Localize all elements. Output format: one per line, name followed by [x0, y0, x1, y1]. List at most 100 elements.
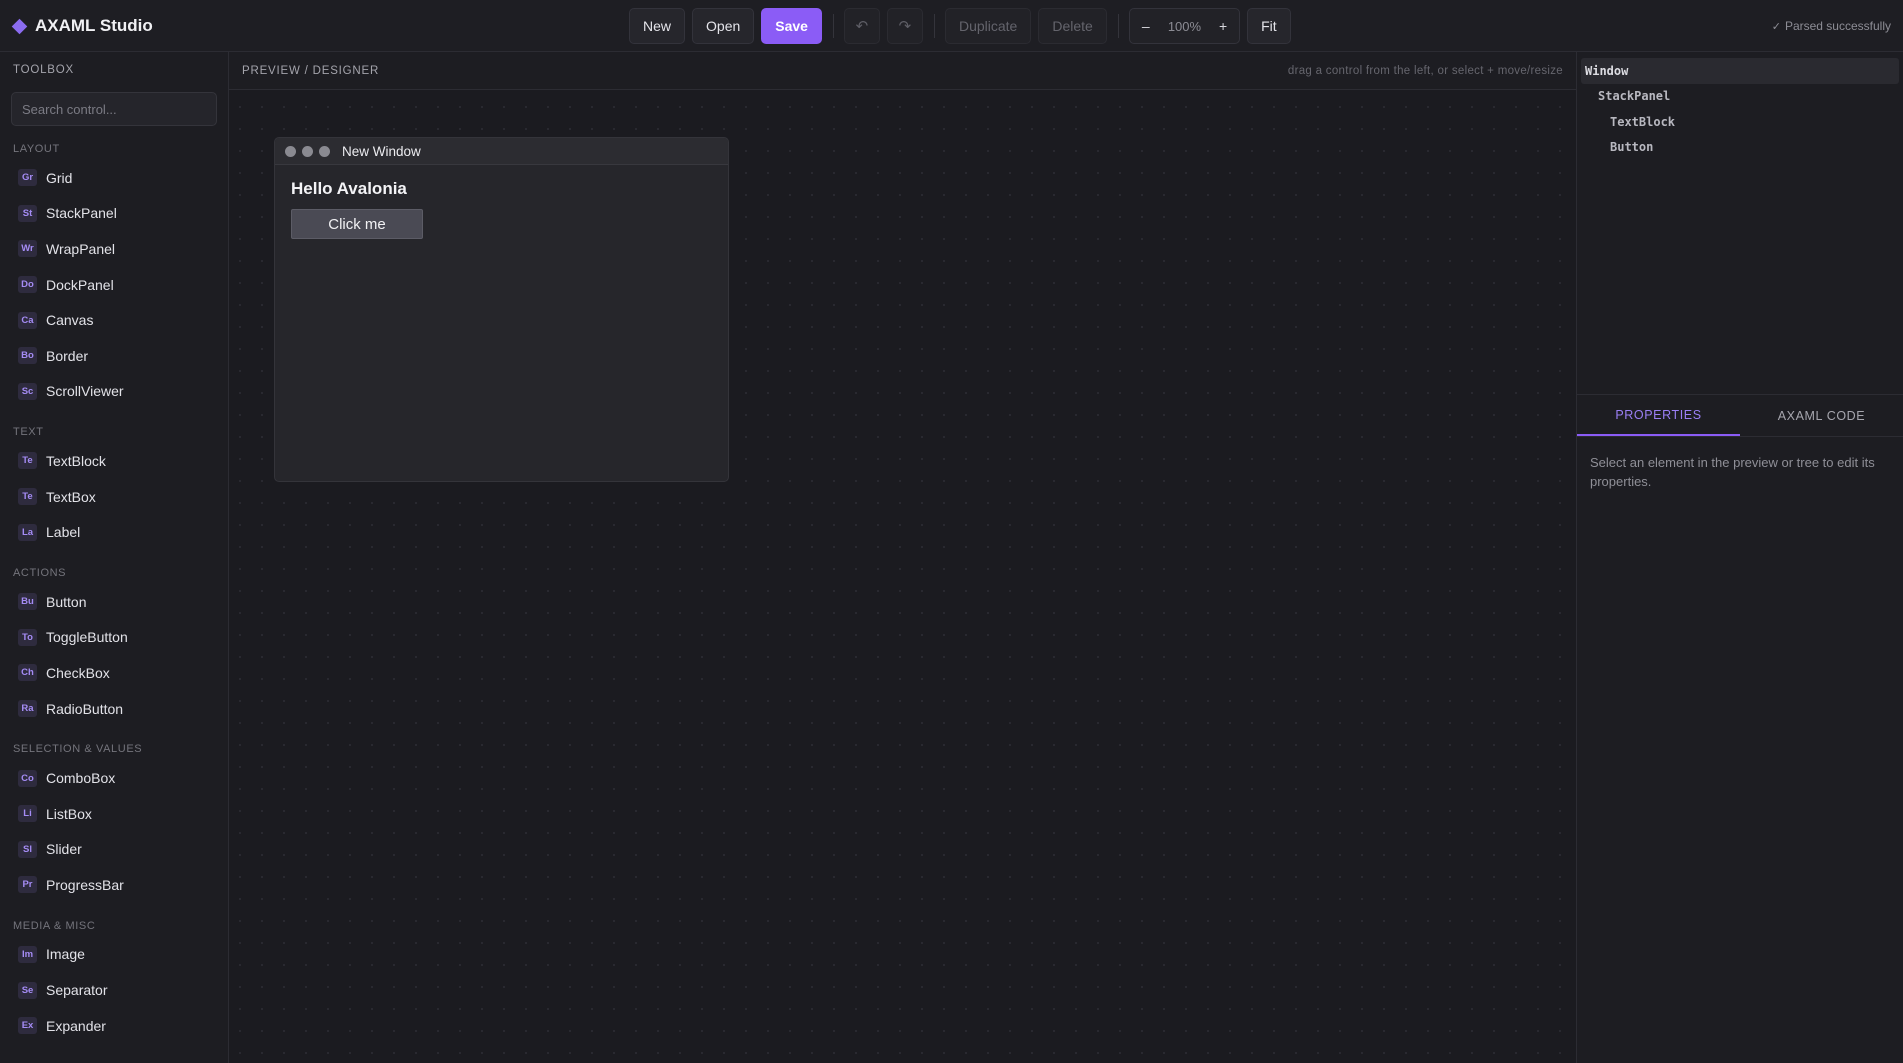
- save-button[interactable]: Save: [761, 8, 822, 44]
- control-badge-icon: Te: [18, 452, 37, 470]
- fit-button[interactable]: Fit: [1247, 8, 1291, 44]
- toolbox-item-label: ProgressBar: [46, 876, 124, 893]
- toolbox-item-label: Button: [46, 593, 87, 610]
- toolbox-item-stackpanel[interactable]: St StackPanel: [0, 196, 228, 232]
- parse-status-text: Parsed successfully: [1784, 19, 1891, 33]
- new-button[interactable]: New: [629, 8, 686, 44]
- toolbox-item-label: CheckBox: [46, 664, 110, 681]
- window-stackpanel[interactable]: Hello Avalonia Click me: [275, 165, 728, 253]
- duplicate-button[interactable]: Duplicate: [944, 8, 1032, 44]
- delete-button[interactable]: Delete: [1038, 8, 1107, 44]
- toolbox-item-radiobutton[interactable]: Ra RadioButton: [0, 691, 228, 727]
- control-badge-icon: Se: [18, 981, 37, 999]
- toolbox-item-label: ListBox: [46, 805, 92, 822]
- toolbox-item-listbox[interactable]: Li ListBox: [0, 796, 228, 832]
- toolbox-item-grid[interactable]: Gr Grid: [0, 160, 228, 196]
- undo-icon[interactable]: ↶: [843, 8, 880, 44]
- top-bar: AXAML Studio New Open Save ↶ ↷ Duplicate…: [0, 0, 1903, 52]
- toolbox-item-label: DockPanel: [46, 276, 114, 293]
- tab-axaml-code[interactable]: AXAML CODE: [1740, 395, 1903, 436]
- toolbox-panel: TOOLBOX LAYOUT Gr Grid St StackPanel Wr WrapPa…: [0, 52, 229, 1063]
- open-button[interactable]: Open: [692, 8, 755, 44]
- toolbox-item-expander[interactable]: Ex Expander: [0, 1008, 228, 1044]
- toolbox-item-label: RadioButton: [46, 700, 124, 717]
- toolbox-item-label: Border: [46, 347, 89, 364]
- window-title: New Window: [342, 143, 421, 159]
- toolbox-item-label: Separator: [46, 982, 108, 999]
- window-textblock[interactable]: Hello Avalonia: [291, 179, 712, 199]
- toolbox-item-label: ComboBox: [46, 770, 116, 787]
- toolbox-group-title: TEXT: [13, 426, 44, 439]
- control-badge-icon: Ra: [18, 700, 37, 718]
- control-badge-icon: Ca: [18, 311, 37, 329]
- window-click-button[interactable]: Click me: [291, 209, 423, 239]
- toolbox-title: TOOLBOX: [13, 64, 74, 76]
- control-badge-icon: Im: [18, 945, 37, 963]
- toolbox-item-label: WrapPanel: [46, 240, 116, 257]
- toolbox-item-border[interactable]: Bo Border: [0, 338, 228, 374]
- designer-window[interactable]: New Window Hello Avalonia Click me: [274, 137, 729, 482]
- toolbox-item-slider[interactable]: Sl Slider: [0, 832, 228, 868]
- toolbox-group-title: MEDIA & MISC: [13, 919, 96, 932]
- toolbox-item-scrollviewer[interactable]: Sc ScrollViewer: [0, 374, 228, 410]
- parse-status: ✓ Parsed successfully: [1772, 0, 1891, 52]
- toolbox-item-label: TextBox: [46, 488, 96, 505]
- control-badge-icon: Gr: [18, 169, 37, 187]
- search-input[interactable]: [11, 92, 217, 126]
- toolbar-divider: [933, 14, 935, 38]
- control-badge-icon: St: [18, 204, 37, 222]
- tree-node-textblock[interactable]: TextBlock: [1577, 109, 1903, 135]
- toolbox-item-separator[interactable]: Se Separator: [0, 972, 228, 1008]
- toolbox-groups: LAYOUT Gr Grid St StackPanel Wr WrapPanel Do Doc…: [0, 138, 228, 1043]
- preview-header: PREVIEW / DESIGNER drag a control from t…: [229, 52, 1576, 90]
- window-dot-icon: [319, 145, 330, 157]
- toolbar-divider: [832, 14, 834, 38]
- control-badge-icon: Pr: [18, 876, 37, 894]
- toolbox-item-textblock[interactable]: Te TextBlock: [0, 443, 228, 479]
- zoom-level: 100%: [1167, 18, 1202, 34]
- window-dot-icon: [285, 145, 296, 157]
- control-badge-icon: Ex: [18, 1017, 37, 1035]
- tree-node-button[interactable]: Button: [1577, 135, 1903, 161]
- toolbox-item-label: Label: [46, 524, 81, 541]
- toolbox-item-label: ToggleButton: [46, 629, 128, 646]
- tree-node-window[interactable]: Window: [1581, 58, 1899, 84]
- toolbox-group-title: LAYOUT: [13, 143, 60, 155]
- toolbox-item-progressbar[interactable]: Pr ProgressBar: [0, 867, 228, 903]
- toolbox-item-togglebutton[interactable]: To ToggleButton: [0, 620, 228, 656]
- control-badge-icon: To: [18, 628, 37, 646]
- right-panel: Window StackPanel TextBlock Button PROPERTI…: [1576, 52, 1903, 1063]
- toolbox-header: TOOLBOX: [0, 52, 228, 88]
- tree-node-stackpanel[interactable]: StackPanel: [1577, 84, 1903, 110]
- app-title: AXAML Studio: [35, 16, 153, 35]
- toolbox-item-wrappanel[interactable]: Wr WrapPanel: [0, 231, 228, 267]
- toolbox-item-checkbox[interactable]: Ch CheckBox: [0, 655, 228, 691]
- brand: AXAML Studio: [11, 0, 153, 52]
- zoom-out-button[interactable]: –: [1130, 9, 1162, 43]
- toolbox-item-textbox[interactable]: Te TextBox: [0, 479, 228, 515]
- toolbox-item-image[interactable]: Im Image: [0, 937, 228, 973]
- toolbox-item-label[interactable]: La Label: [0, 514, 228, 550]
- control-badge-icon: Ch: [18, 664, 37, 682]
- toolbox-group-title: SELECTION & VALUES: [13, 743, 143, 756]
- preview-hint: drag a control from the left, or select …: [1287, 64, 1563, 77]
- control-badge-icon: La: [18, 523, 37, 541]
- toolbox-item-canvas[interactable]: Ca Canvas: [0, 302, 228, 338]
- toolbox-item-label: Slider: [46, 841, 82, 858]
- control-badge-icon: Bu: [18, 593, 37, 611]
- window-titlebar[interactable]: New Window: [275, 138, 728, 165]
- toolbox-item-combobox[interactable]: Co ComboBox: [0, 760, 228, 796]
- toolbox-item-label: ScrollViewer: [46, 383, 124, 400]
- toolbox-item-label: StackPanel: [46, 205, 117, 222]
- zoom-control: – 100% +: [1128, 8, 1241, 44]
- tab-properties[interactable]: PROPERTIES: [1577, 395, 1740, 436]
- zoom-in-button[interactable]: +: [1207, 9, 1239, 43]
- control-badge-icon: Sc: [18, 382, 37, 400]
- toolbox-item-label: Canvas: [46, 312, 94, 329]
- toolbox-item-button[interactable]: Bu Button: [0, 584, 228, 620]
- control-badge-icon: Te: [18, 488, 37, 506]
- preview-designer[interactable]: PREVIEW / DESIGNER drag a control from t…: [229, 52, 1576, 1063]
- toolbox-item-dockpanel[interactable]: Do DockPanel: [0, 267, 228, 303]
- control-badge-icon: Wr: [18, 240, 37, 258]
- redo-icon[interactable]: ↷: [886, 8, 923, 44]
